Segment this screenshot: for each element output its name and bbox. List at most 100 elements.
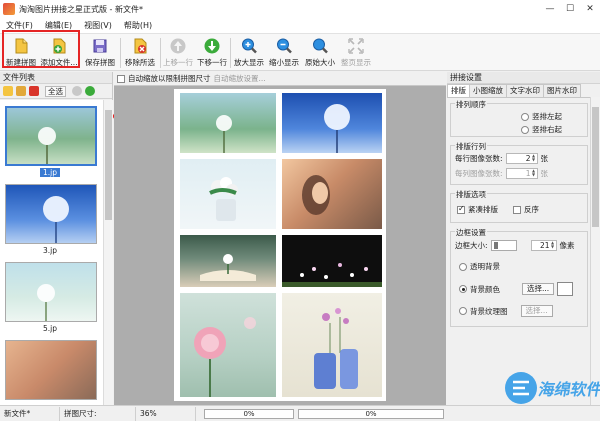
move-down-button[interactable]: 下移一行 <box>196 36 228 69</box>
fit-page-button[interactable]: 整页显示 <box>339 36 373 69</box>
photo-small-flowers-dark[interactable] <box>282 235 382 287</box>
remove-icon <box>134 38 147 54</box>
per-row-stepper[interactable]: 2 ▲ ▼ <box>505 153 538 164</box>
original-size-button[interactable]: 原始大小 <box>303 36 337 69</box>
arrow-up-icon <box>170 38 186 54</box>
save-collage-button[interactable]: 保存拼图 <box>82 36 118 69</box>
zoom-in-icon <box>242 38 257 54</box>
bg-texture-radio[interactable] <box>459 307 467 315</box>
status-size: 拼图尺寸: 969x1450 <box>60 406 136 421</box>
arrow-up-small-icon[interactable] <box>72 86 82 96</box>
photo-flowers-vase[interactable] <box>180 159 276 229</box>
add-small-icon[interactable] <box>3 86 13 96</box>
order-right-radio[interactable] <box>521 125 529 134</box>
select-all-button[interactable]: 全选 <box>45 85 66 97</box>
border-size-setting: 边框大小: 21 ▲ ▼ 像素 <box>455 240 575 251</box>
scrollbar-thumb[interactable] <box>105 110 112 220</box>
photo-dandelion-blue[interactable] <box>282 93 382 153</box>
toolbar: 新建拼图 添加文件... 保存拼图 移除所选 上移一行 下移一行 放大显示 缩小… <box>0 34 600 71</box>
file-list-toolbar: 全选 <box>0 84 112 99</box>
settings-panel: 拼接设置 排版 小图缩放 文字水印 图片水印 排列顺序 竖排左起 竖排右起 排版… <box>447 72 600 405</box>
watermark-text: 海绵软件 <box>537 380 600 399</box>
move-up-button[interactable]: 上移一行 <box>162 36 194 69</box>
progress-bar-2: 0% <box>298 409 444 419</box>
rows-group-title: 排版行列 <box>455 141 487 152</box>
list-item[interactable]: 1.jp <box>0 168 100 177</box>
fit-page-icon <box>348 38 364 54</box>
order-option-vertical-right[interactable]: 竖排右起 <box>521 124 562 135</box>
bg-color-select-button[interactable]: 选择... <box>522 283 555 295</box>
per-col-stepper[interactable]: 1 ▲ ▼ <box>505 168 538 179</box>
photo-pink-flower[interactable] <box>180 293 276 397</box>
collage-page[interactable] <box>174 89 386 401</box>
bg-transparent-radio[interactable] <box>459 262 467 271</box>
photo-girl-portrait[interactable] <box>282 159 382 229</box>
menu-bar: 文件(F) 编辑(E) 视图(V) 帮助(H) <box>0 18 600 34</box>
maximize-button[interactable]: ☐ <box>560 0 580 18</box>
auto-scale-checkbox[interactable] <box>117 74 125 83</box>
watermark-logo-icon <box>505 372 537 404</box>
menu-view[interactable]: 视图(V) <box>78 20 118 31</box>
reverse-checkbox[interactable] <box>513 205 521 214</box>
file-list-scrollbar[interactable] <box>103 100 113 405</box>
bg-color-option[interactable]: 背景颜色 选择... <box>459 282 574 296</box>
photo-blue-vases[interactable] <box>282 293 382 397</box>
arrow-down-icon <box>204 38 220 54</box>
bg-color-swatch[interactable] <box>557 282 574 296</box>
canvas-options-bar: 自动缩放以限制拼图尺寸 自动缩放设置... <box>114 72 446 86</box>
border-size-slider[interactable] <box>490 240 517 251</box>
photo-dandelion-green[interactable] <box>180 93 276 153</box>
thumbnail-3[interactable] <box>5 262 97 322</box>
auto-scale-label: 自动缩放以限制拼图尺寸 <box>128 74 211 83</box>
layout-options-title: 排版选项 <box>455 189 487 200</box>
site-watermark: 海绵软件 <box>505 372 600 416</box>
close-button[interactable]: ✕ <box>580 0 600 18</box>
compact-checkbox[interactable] <box>457 204 465 214</box>
settings-scrollbar[interactable] <box>590 97 600 405</box>
remove-small-icon[interactable] <box>29 86 39 96</box>
zoom-out-icon <box>277 38 292 54</box>
original-size-icon <box>313 38 328 54</box>
thumbnail-1[interactable] <box>5 106 97 166</box>
tab-thumbnail-scale[interactable]: 小图缩放 <box>469 84 507 97</box>
window-title: 淘淘图片拼接之星正式版 - 新文件* <box>19 4 143 14</box>
highlight-box <box>2 30 80 68</box>
thumbnail-list[interactable]: 1.jp 3.jp 5.jp <box>0 100 103 405</box>
order-group-title: 排列顺序 <box>455 99 487 110</box>
bg-texture-select-button[interactable]: 选择... <box>520 305 553 317</box>
bg-transparent-option[interactable]: 透明背景 <box>459 261 500 272</box>
per-row-setting: 每行图像张数: 2 ▲ ▼ 张 <box>455 153 549 164</box>
list-item[interactable]: 3.jp <box>0 246 100 255</box>
per-col-setting: 每列图像张数: 1 ▲ ▼ 张 <box>455 168 549 179</box>
photo-book-flower[interactable] <box>180 235 276 287</box>
progress-bar-1: 0% <box>204 409 294 419</box>
settings-title: 拼接设置 <box>447 72 600 84</box>
compact-option[interactable]: 紧凑排版 <box>457 204 498 215</box>
layout-tab-body: 排列顺序 竖排左起 竖排右起 排版行列 每行图像张数: 2 ▲ ▼ 张 每列图像张数… <box>447 97 600 405</box>
zoom-out-button[interactable]: 缩小显示 <box>267 36 301 69</box>
tab-image-watermark[interactable]: 图片水印 <box>543 84 581 97</box>
border-size-stepper[interactable]: 21 ▲ ▼ <box>530 240 557 251</box>
app-icon <box>3 3 15 15</box>
reverse-option[interactable]: 反序 <box>513 204 539 215</box>
save-icon <box>93 39 107 53</box>
bg-texture-option[interactable]: 背景纹理图 选择... <box>459 305 553 317</box>
arrow-down-small-icon[interactable] <box>85 86 95 96</box>
minimize-button[interactable]: — <box>540 0 560 18</box>
order-option-vertical-left[interactable]: 竖排左起 <box>521 111 562 122</box>
order-left-radio[interactable] <box>521 112 529 121</box>
title-bar: 淘淘图片拼接之星正式版 - 新文件* — ☐ ✕ <box>0 0 600 18</box>
file-list-panel: 文件列表 全选 1.jp 3.jp 5.jp <box>0 72 113 405</box>
bg-color-radio[interactable] <box>459 285 467 293</box>
auto-scale-settings-link[interactable]: 自动缩放设置... <box>214 73 266 84</box>
menu-help[interactable]: 帮助(H) <box>118 20 158 31</box>
tab-text-watermark[interactable]: 文字水印 <box>506 84 544 97</box>
thumbnail-2[interactable] <box>5 184 97 244</box>
thumbnail-4[interactable] <box>5 340 97 400</box>
list-item[interactable]: 5.jp <box>0 324 100 333</box>
tab-layout[interactable]: 排版 <box>447 84 470 97</box>
remove-selected-button[interactable]: 移除所选 <box>122 36 158 69</box>
settings-scrollbar-thumb[interactable] <box>592 107 599 227</box>
zoom-in-button[interactable]: 放大显示 <box>232 36 266 69</box>
folder-small-icon[interactable] <box>16 86 26 96</box>
